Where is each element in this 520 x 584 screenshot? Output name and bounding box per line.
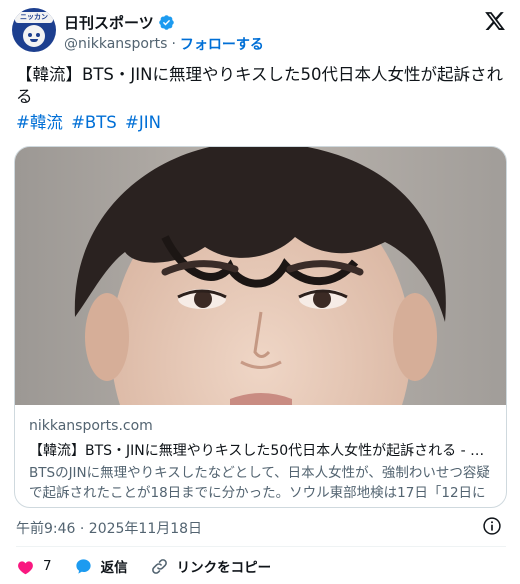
display-name[interactable]: 日刊スポーツ	[64, 12, 154, 33]
verified-badge-icon	[158, 14, 174, 30]
hashtag-link[interactable]: #JIN	[125, 113, 161, 132]
card-image-portrait[interactable]	[15, 147, 507, 405]
name-row: 日刊スポーツ	[64, 12, 175, 32]
reply-button[interactable]: 返信	[74, 556, 128, 576]
like-button[interactable]: 7	[16, 557, 52, 576]
info-icon[interactable]	[482, 516, 502, 536]
hashtag-link[interactable]: #韓流	[16, 113, 63, 132]
card-title[interactable]: 【韓流】BTS・JINに無理やりキスした50代日本人女性が起訴される - 韓国.…	[29, 441, 495, 461]
card-body: nikkansports.com 【韓流】BTS・JINに無理やりキスした50代…	[29, 417, 495, 503]
copy-link-label: リンクをコピー	[176, 560, 272, 576]
hashtag-list: #韓流 #BTS #JIN	[16, 112, 164, 134]
handle-row: @nikkansports · フォローする	[64, 35, 264, 53]
action-bar: 7 返信 リンクをコピー	[16, 554, 293, 578]
avatar-eye-right	[36, 33, 40, 37]
tweet-timestamp[interactable]: 午前9:46 · 2025年11月18日	[16, 518, 202, 538]
tweet-header: ニッカン 日刊スポーツ @nikkansports · フォローする	[12, 8, 508, 56]
copy-link-button[interactable]: リンクをコピー	[150, 556, 272, 576]
heart-icon	[18, 560, 33, 574]
like-count: 7	[43, 558, 52, 574]
card-description: BTSのJINに無理やりキスしたなどとして、日本人女性が、強制わいせつ容疑で起訴…	[29, 465, 490, 501]
link-icon	[151, 558, 167, 574]
separator-dot: ·	[171, 36, 176, 52]
account-handle[interactable]: @nikkansports	[64, 36, 167, 52]
x-logo-icon[interactable]	[484, 10, 506, 32]
avatar-eye-left	[28, 33, 32, 37]
tweet-text: 【韓流】BTS・JINに無理やりキスした50代日本人女性が起訴される	[16, 65, 503, 106]
avatar-mascot-face	[23, 25, 45, 47]
reply-label: 返信	[100, 560, 128, 576]
reply-bubble-icon	[75, 558, 91, 574]
avatar[interactable]: ニッカン	[12, 8, 56, 52]
hashtag-link[interactable]: #BTS	[71, 113, 117, 132]
divider	[16, 546, 506, 547]
follow-button[interactable]: フォローする	[180, 34, 264, 54]
link-preview-card[interactable]: nikkansports.com 【韓流】BTS・JINに無理やりキスした50代…	[14, 146, 507, 508]
avatar-label: ニッカン	[15, 12, 53, 23]
card-domain: nikkansports.com	[29, 418, 153, 434]
